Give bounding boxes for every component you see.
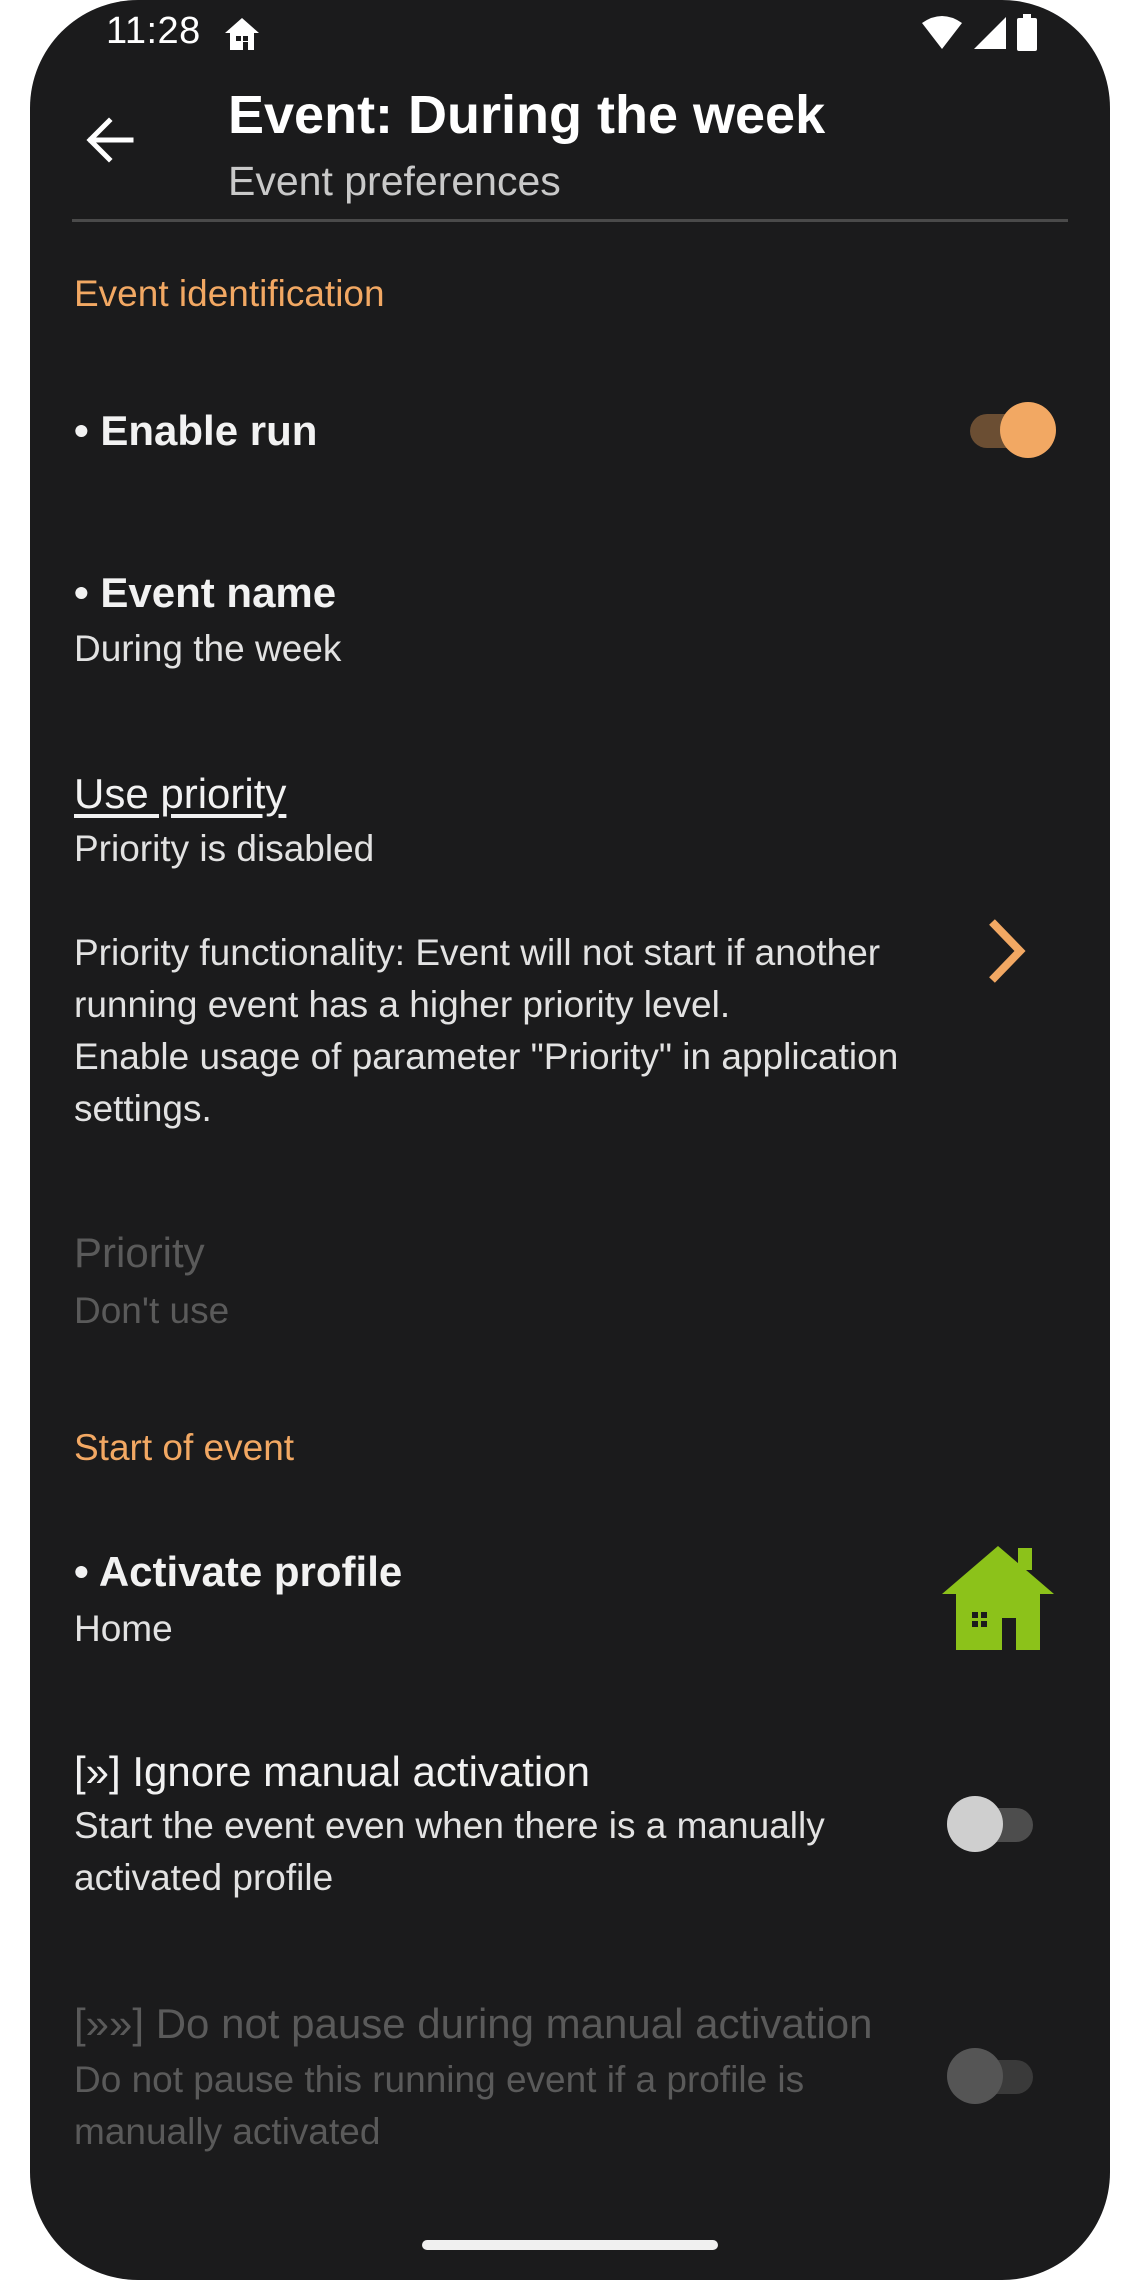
use-priority-description-line: settings. [74,1088,212,1129]
ignore-manual-activation-summary-line: Start the event even when there is a man… [74,1805,825,1846]
cellular-signal-icon [974,17,1006,49]
ignore-manual-activation-summary-line: activated profile [74,1857,334,1898]
switch-thumb [947,1796,1003,1852]
switch-thumb [947,2048,1003,2104]
section-header-identification: Event identification [74,273,385,314]
phone-screen: 11:28 Event: During the week Event prefe [30,0,1110,2280]
event-name-value: During the week [74,628,342,669]
use-priority-summary: Priority is disabled [74,828,375,869]
status-icons [920,14,1038,52]
ignore-manual-activation-title: [»] Ignore manual activation [74,1748,590,1795]
enable-run-switch[interactable] [964,400,1056,460]
use-priority-title: Use priority [74,770,287,817]
status-bar: 11:28 [30,0,1110,70]
do-not-pause-summary-line: manually activated [74,2111,381,2152]
ignore-manual-activation-summary: Start the event even when there is a man… [74,1800,954,1904]
do-not-pause-title: [»»] Do not pause during manual activati… [74,2000,873,2047]
home-indicator[interactable] [422,2240,718,2250]
chevron-right-icon[interactable] [976,916,1036,986]
priority-summary: Don't use [74,1290,230,1331]
back-button[interactable] [74,104,146,176]
do-not-pause-summary-line: Do not pause this running event if a pro… [74,2059,805,2100]
use-priority-description-line: Enable usage of parameter "Priority" in … [74,1036,899,1077]
use-priority-description-line: running event has a higher priority leve… [74,984,731,1025]
section-header-start: Start of event [74,1427,295,1468]
arrow-back-icon [86,117,134,163]
use-priority-description: Priority functionality: Event will not s… [74,927,954,1135]
event-name-title: • Event name [74,569,337,616]
ignore-manual-activation-switch[interactable] [947,1794,1039,1854]
wifi-icon [922,16,962,49]
priority-title: Priority [74,1229,205,1276]
use-priority-description-line: Priority functionality: Event will not s… [74,932,881,973]
switch-thumb [1000,402,1056,458]
home-profile-icon [942,1546,1054,1650]
home-icon [225,18,259,50]
page-title: Event: During the week [228,85,826,145]
activate-profile-value: Home [74,1608,173,1649]
battery-icon [1017,14,1037,51]
activate-profile-title: • Activate profile [74,1548,403,1595]
enable-run-title: • Enable run [74,407,318,454]
status-time: 11:28 [106,10,201,52]
do-not-pause-switch [947,2046,1039,2106]
do-not-pause-summary: Do not pause this running event if a pro… [74,2054,954,2158]
toolbar-divider [72,219,1068,222]
page-subtitle: Event preferences [228,158,561,204]
